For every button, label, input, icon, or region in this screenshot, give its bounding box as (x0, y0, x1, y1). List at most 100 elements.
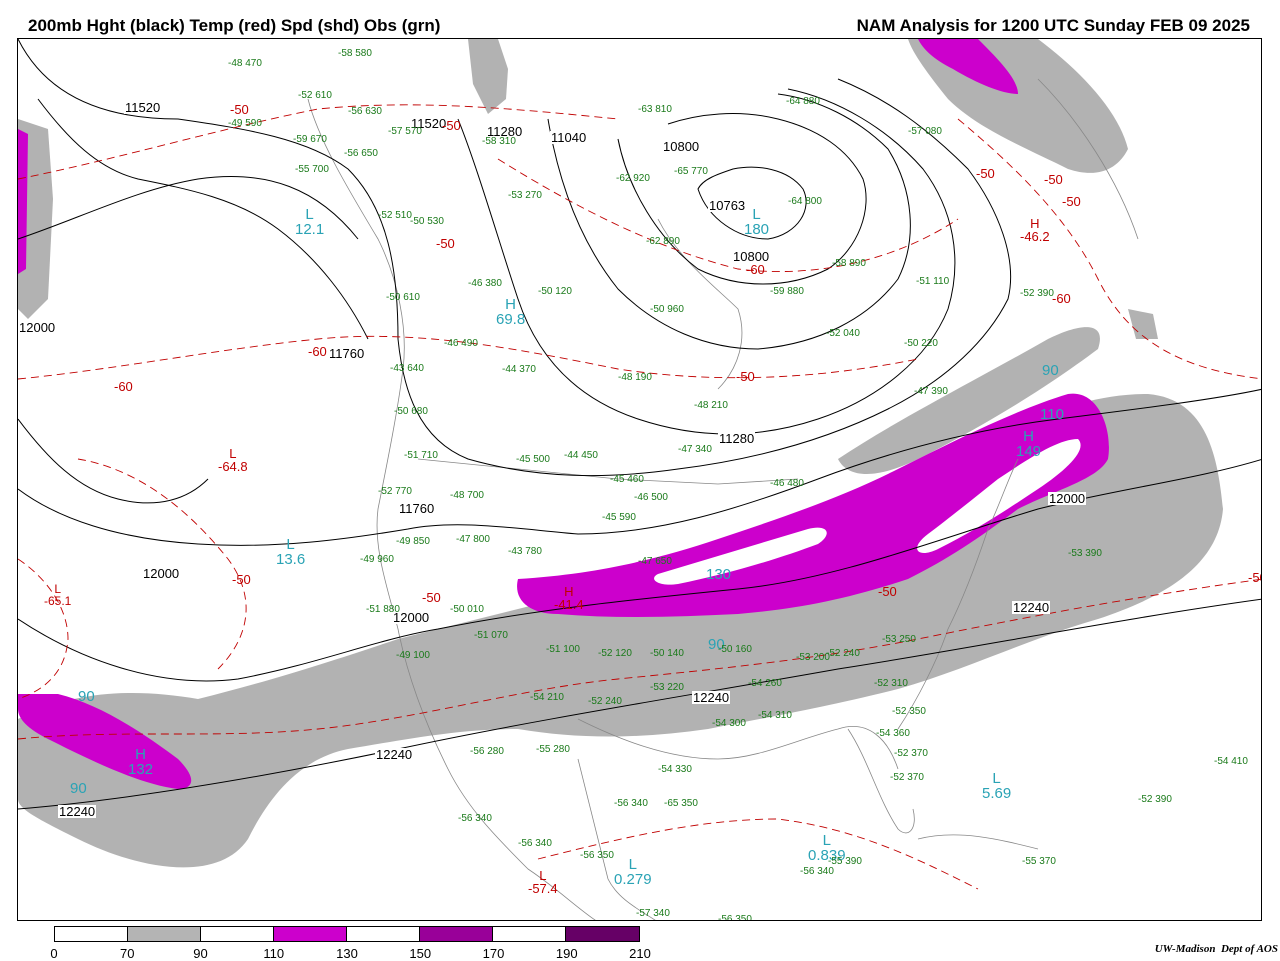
station-obs: -47 390 (914, 386, 948, 397)
contour-11040 (547, 93, 911, 350)
isotherm-minus60-west (18, 558, 69, 700)
station-obs: -43 780 (508, 546, 542, 557)
station-obs: -45 460 (610, 474, 644, 485)
height-label: 11040 (550, 130, 588, 145)
station-obs: -53 220 (650, 682, 684, 693)
height-label: 11280 (718, 431, 756, 446)
station-obs: -46 380 (468, 278, 502, 289)
center-marker: H -41.4 (554, 584, 584, 612)
station-obs: -52 510 (378, 210, 412, 221)
station-obs: -53 250 (882, 634, 916, 645)
center-marker: L -64.8 (218, 446, 248, 474)
colorbar-tick-label: 190 (555, 946, 578, 961)
station-obs: -47 800 (456, 534, 490, 545)
center-marker: H 132 (128, 746, 154, 778)
temp-label: -50 (436, 236, 455, 251)
station-obs: -50 960 (650, 304, 684, 315)
station-obs: -65 350 (664, 798, 698, 809)
colorbar-segment (128, 927, 201, 941)
station-obs: -51 110 (916, 276, 950, 287)
station-obs: -58 310 (482, 136, 516, 147)
station-obs: -56 350 (580, 850, 614, 861)
center-marker: L 12.1 (295, 206, 325, 238)
station-obs: -50 610 (386, 292, 420, 303)
colorbar-segment (201, 927, 274, 941)
station-obs: -49 960 (360, 554, 394, 565)
station-obs: -57 340 (636, 908, 670, 919)
colorbar-segment (274, 927, 347, 941)
height-label: 12240 (375, 747, 414, 762)
center-marker: L 13.6 (276, 536, 306, 568)
speed-label: 90 (70, 780, 87, 797)
station-obs: -56 340 (800, 866, 834, 877)
station-obs: -50 530 (410, 216, 444, 227)
center-marker: H 149 (1016, 428, 1042, 460)
temp-label: -60 (308, 344, 327, 359)
isotherm-minus60-north (497, 158, 959, 272)
contour-11280 (457, 88, 956, 435)
station-obs: -58 890 (832, 258, 866, 269)
height-label: 12240 (58, 804, 97, 819)
temp-label: -50 (442, 118, 461, 133)
station-obs: -64 800 (788, 196, 822, 207)
station-obs: -54 410 (1214, 756, 1248, 767)
colorbar-tick-label: 110 (263, 946, 285, 961)
station-obs: -55 280 (536, 744, 570, 755)
height-label: 12000 (1048, 491, 1087, 506)
station-obs: -54 310 (758, 710, 792, 721)
temp-label: -50 (1248, 570, 1261, 585)
colorbar-segment (420, 927, 493, 941)
station-obs: -53 270 (508, 190, 542, 201)
station-obs: -50 120 (538, 286, 572, 297)
station-obs: -59 670 (293, 134, 327, 145)
station-obs: -54 330 (658, 764, 692, 775)
center-marker: L 5.69 (982, 770, 1012, 802)
station-obs: -46 500 (634, 492, 668, 503)
station-obs: -43 640 (390, 363, 424, 374)
station-obs: -56 340 (518, 838, 552, 849)
station-obs: -56 350 (718, 914, 752, 921)
station-obs: -65 770 (674, 166, 708, 177)
temp-label: -50 (232, 572, 251, 587)
height-label: 11760 (398, 501, 436, 516)
station-obs: -48 190 (618, 372, 652, 383)
height-label: 10763 (708, 198, 747, 213)
station-obs: -44 370 (502, 364, 536, 375)
station-obs: -50 160 (718, 644, 752, 655)
center-marker: L -57.4 (528, 868, 558, 896)
station-obs: -52 040 (826, 328, 860, 339)
colorbar-segment (493, 927, 566, 941)
speed-label: 110 (1040, 406, 1064, 423)
temp-label: -50 (422, 590, 441, 605)
station-obs: -50 220 (904, 338, 938, 349)
station-obs: -52 370 (890, 772, 924, 783)
station-obs: -63 810 (638, 104, 672, 115)
station-obs: -51 070 (474, 630, 508, 641)
station-obs: -55 370 (1022, 856, 1056, 867)
station-obs: -64 880 (786, 96, 820, 107)
height-label: 11760 (328, 346, 366, 361)
isotherm-minus50-west (77, 458, 247, 670)
temp-label: -50 (976, 166, 995, 181)
height-label: 12240 (692, 690, 731, 705)
station-obs: -52 240 (826, 648, 860, 659)
cuba (917, 834, 1039, 850)
temp-label: -50 (1062, 194, 1081, 209)
station-obs: -62 890 (646, 236, 680, 247)
center-marker: H -46.2 (1020, 216, 1050, 244)
colorbar-tick-label: 210 (629, 946, 651, 961)
station-obs: -48 470 (228, 58, 262, 69)
colorbar-tick-label: 150 (409, 946, 432, 961)
height-label: 11520 (124, 100, 162, 115)
station-obs: -59 880 (770, 286, 804, 297)
northern-grey-band (468, 39, 508, 114)
credit-label: UW-Madison Dept of AOS (1155, 943, 1278, 955)
colorbar-tick-label: 130 (336, 946, 358, 961)
station-obs: -46 480 (770, 478, 804, 489)
station-obs: -46 490 (444, 338, 478, 349)
height-label: 10800 (662, 139, 701, 154)
station-obs: -56 340 (614, 798, 648, 809)
colorbar-tick-label: 0 (50, 946, 58, 961)
station-obs: -56 650 (344, 148, 378, 159)
station-obs: -54 300 (712, 718, 746, 729)
